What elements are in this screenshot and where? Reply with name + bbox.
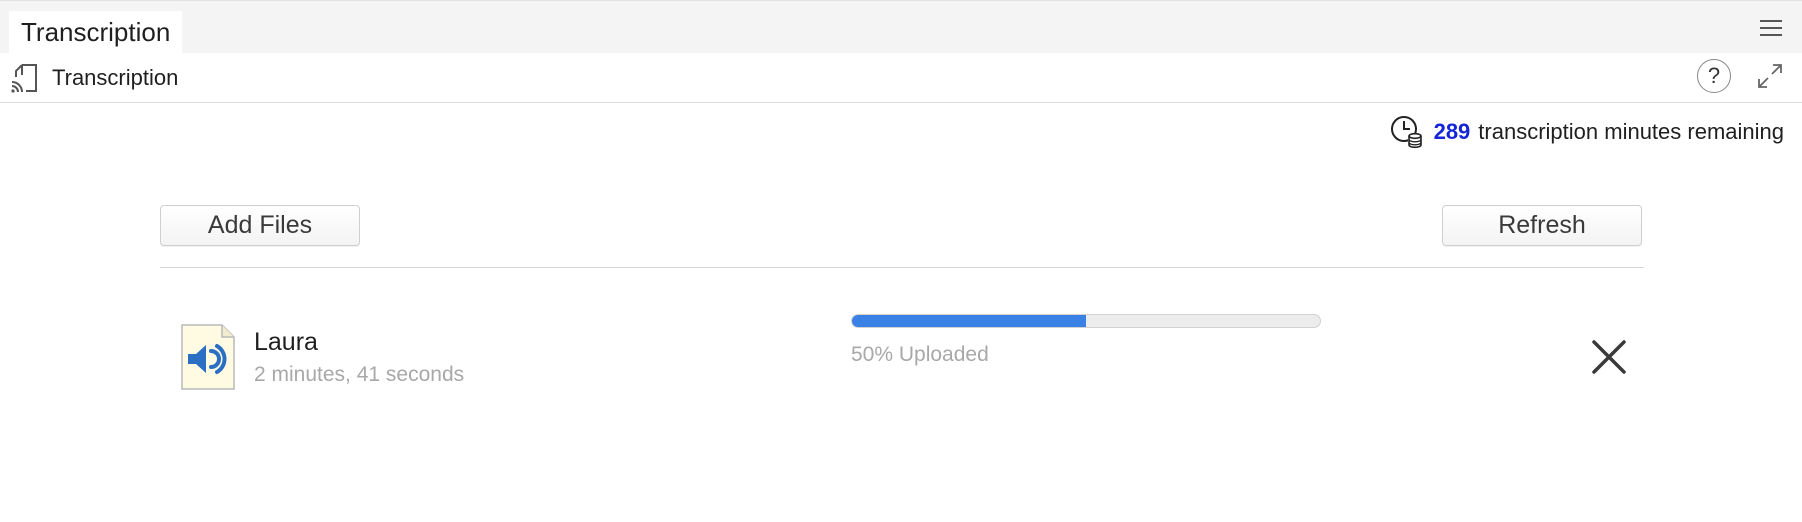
minutes-remaining: 289 transcription minutes remaining: [1390, 115, 1784, 149]
minutes-label: transcription minutes remaining: [1478, 119, 1784, 144]
upload-progress-fill: [852, 315, 1086, 327]
minutes-count: 289: [1433, 119, 1471, 144]
file-duration: 2 minutes, 41 seconds: [254, 363, 465, 386]
clock-coins-icon: [1390, 116, 1422, 149]
expand-icon[interactable]: [1755, 61, 1785, 91]
refresh-button[interactable]: Refresh: [1442, 205, 1642, 246]
tab-transcription[interactable]: Transcription: [9, 11, 183, 54]
add-files-button[interactable]: Add Files: [160, 205, 360, 246]
toolbar: Transcription ?: [0, 53, 1802, 103]
audio-file-icon: [181, 324, 235, 390]
toolbar-title: Transcription: [52, 65, 179, 90]
help-button[interactable]: ?: [1697, 59, 1731, 93]
cast-icon: [11, 64, 37, 93]
help-icon: ?: [1707, 63, 1721, 88]
upload-progress-bar: [851, 314, 1321, 328]
tab-label: Transcription: [21, 17, 171, 47]
file-name: Laura: [254, 328, 318, 356]
upload-progress-label: 50% Uploaded: [851, 343, 989, 366]
tab-bar: Transcription: [0, 0, 1802, 54]
transcription-window: Transcription Transcription ? 289 transc…: [0, 0, 1802, 522]
refresh-label: Refresh: [1498, 211, 1586, 239]
close-icon[interactable]: [1590, 338, 1628, 376]
divider: [160, 267, 1644, 268]
file-row: Laura 2 minutes, 41 seconds 50% Uploaded: [160, 300, 1644, 400]
hamburger-menu-icon[interactable]: [1760, 17, 1782, 39]
add-files-label: Add Files: [207, 211, 313, 239]
